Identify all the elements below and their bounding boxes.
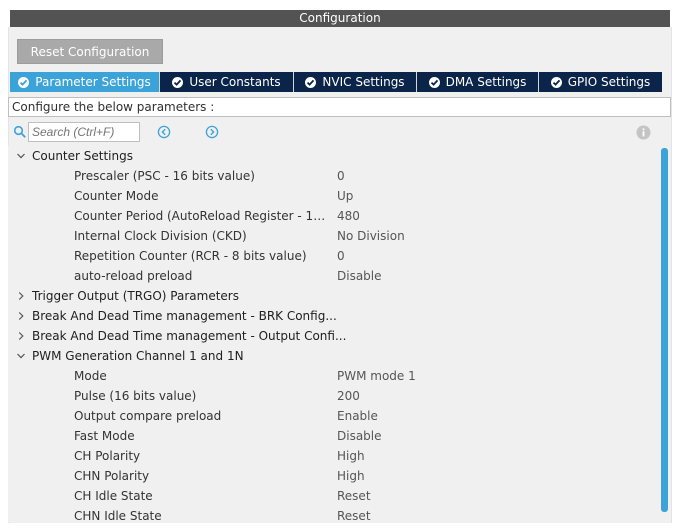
info-icon[interactable] xyxy=(636,125,651,140)
tab-label: User Constants xyxy=(189,75,281,89)
arrow-left-circle-icon[interactable] xyxy=(157,125,171,139)
param-name: Repetition Counter (RCR - 8 bits value) xyxy=(74,249,307,263)
param-row[interactable]: CH Idle State Reset xyxy=(8,486,658,506)
description-label: Configure the below parameters : xyxy=(8,97,671,117)
param-name: Pulse (16 bits value) xyxy=(74,389,197,403)
param-name: Output compare preload xyxy=(74,409,222,423)
search-icon xyxy=(13,125,26,138)
param-value[interactable]: 0 xyxy=(337,246,345,266)
tab-gpio-settings[interactable]: GPIO Settings xyxy=(539,72,662,92)
param-value[interactable]: Reset xyxy=(337,486,371,506)
group-brk-config[interactable]: Break And Dead Time management - BRK Con… xyxy=(8,306,658,326)
group-output-config[interactable]: Break And Dead Time management - Output … xyxy=(8,326,658,346)
param-value[interactable]: No Division xyxy=(337,226,405,246)
param-row[interactable]: Prescaler (PSC - 16 bits value) 0 xyxy=(8,166,658,186)
param-name: Counter Mode xyxy=(74,189,159,203)
param-name: Internal Clock Division (CKD) xyxy=(74,229,247,243)
window-title: Configuration xyxy=(10,10,670,27)
tab-parameter-settings[interactable]: Parameter Settings xyxy=(10,72,160,92)
chevron-down-icon[interactable] xyxy=(16,151,26,161)
param-row[interactable]: Pulse (16 bits value) 200 xyxy=(8,386,658,406)
tab-label: NVIC Settings xyxy=(322,75,405,89)
param-value[interactable]: Enable xyxy=(337,406,378,426)
param-row[interactable]: Counter Period (AutoReload Register - 16… xyxy=(8,206,658,226)
param-value[interactable]: High xyxy=(337,446,365,466)
check-circle-icon xyxy=(428,76,440,88)
param-name: Prescaler (PSC - 16 bits value) xyxy=(74,169,255,183)
group-pwm-channel[interactable]: PWM Generation Channel 1 and 1N xyxy=(8,346,658,366)
check-circle-icon xyxy=(18,76,30,88)
param-row[interactable]: CHN Idle State Reset xyxy=(8,506,658,522)
group-label: Break And Dead Time management - BRK Con… xyxy=(32,309,337,323)
parameter-tree: Counter Settings Prescaler (PSC - 16 bit… xyxy=(8,146,658,522)
param-value[interactable]: 480 xyxy=(337,206,360,226)
chevron-right-icon[interactable] xyxy=(16,331,26,341)
param-row[interactable]: auto-reload preload Disable xyxy=(8,266,658,286)
param-value[interactable]: 200 xyxy=(337,386,360,406)
param-value[interactable]: Reset xyxy=(337,506,371,522)
tab-user-constants[interactable]: User Constants xyxy=(160,72,294,92)
scrollbar-thumb[interactable] xyxy=(661,148,668,512)
param-name: Counter Period (AutoReload Register - 16… xyxy=(74,209,332,223)
search-input[interactable] xyxy=(28,122,140,142)
group-label: Break And Dead Time management - Output … xyxy=(32,329,347,343)
arrow-right-circle-icon[interactable] xyxy=(205,125,219,139)
param-value[interactable]: High xyxy=(337,466,365,486)
param-name: auto-reload preload xyxy=(74,269,193,283)
param-name: CH Polarity xyxy=(74,449,141,463)
param-row[interactable]: Mode PWM mode 1 xyxy=(8,366,658,386)
reset-configuration-button[interactable]: Reset Configuration xyxy=(17,39,163,64)
param-value[interactable]: 0 xyxy=(337,166,345,186)
check-circle-icon xyxy=(172,76,184,88)
param-name: Fast Mode xyxy=(74,429,135,443)
tab-label: DMA Settings xyxy=(445,75,527,89)
param-row[interactable]: Repetition Counter (RCR - 8 bits value) … xyxy=(8,246,658,266)
param-name: CH Idle State xyxy=(74,489,153,503)
param-value[interactable]: Up xyxy=(337,186,353,206)
tab-bar: Parameter Settings User Constants NVIC S… xyxy=(10,72,662,92)
chevron-right-icon[interactable] xyxy=(16,291,26,301)
param-name: CHN Idle State xyxy=(74,509,162,522)
param-row[interactable]: CH Polarity High xyxy=(8,446,658,466)
check-circle-icon xyxy=(550,76,562,88)
param-row[interactable]: Fast Mode Disable xyxy=(8,426,658,446)
param-value[interactable]: PWM mode 1 xyxy=(337,366,416,386)
tab-label: Parameter Settings xyxy=(35,75,151,89)
tab-dma-settings[interactable]: DMA Settings xyxy=(417,72,539,92)
param-row[interactable]: CHN Polarity High xyxy=(8,466,658,486)
chevron-right-icon[interactable] xyxy=(16,311,26,321)
group-label: Trigger Output (TRGO) Parameters xyxy=(32,289,239,303)
check-circle-icon xyxy=(305,76,317,88)
param-row[interactable]: Output compare preload Enable xyxy=(8,406,658,426)
param-row[interactable]: Internal Clock Division (CKD) No Divisio… xyxy=(8,226,658,246)
param-name: Mode xyxy=(74,369,107,383)
chevron-down-icon[interactable] xyxy=(16,351,26,361)
group-label: PWM Generation Channel 1 and 1N xyxy=(32,349,244,363)
group-trigger-output[interactable]: Trigger Output (TRGO) Parameters xyxy=(8,286,658,306)
group-counter-settings[interactable]: Counter Settings xyxy=(8,146,658,166)
param-row[interactable]: Counter Mode Up xyxy=(8,186,658,206)
param-name: CHN Polarity xyxy=(74,469,150,483)
group-label: Counter Settings xyxy=(32,149,133,163)
param-value[interactable]: Disable xyxy=(337,266,382,286)
tab-label: GPIO Settings xyxy=(567,75,651,89)
param-value[interactable]: Disable xyxy=(337,426,382,446)
tab-nvic-settings[interactable]: NVIC Settings xyxy=(294,72,417,92)
